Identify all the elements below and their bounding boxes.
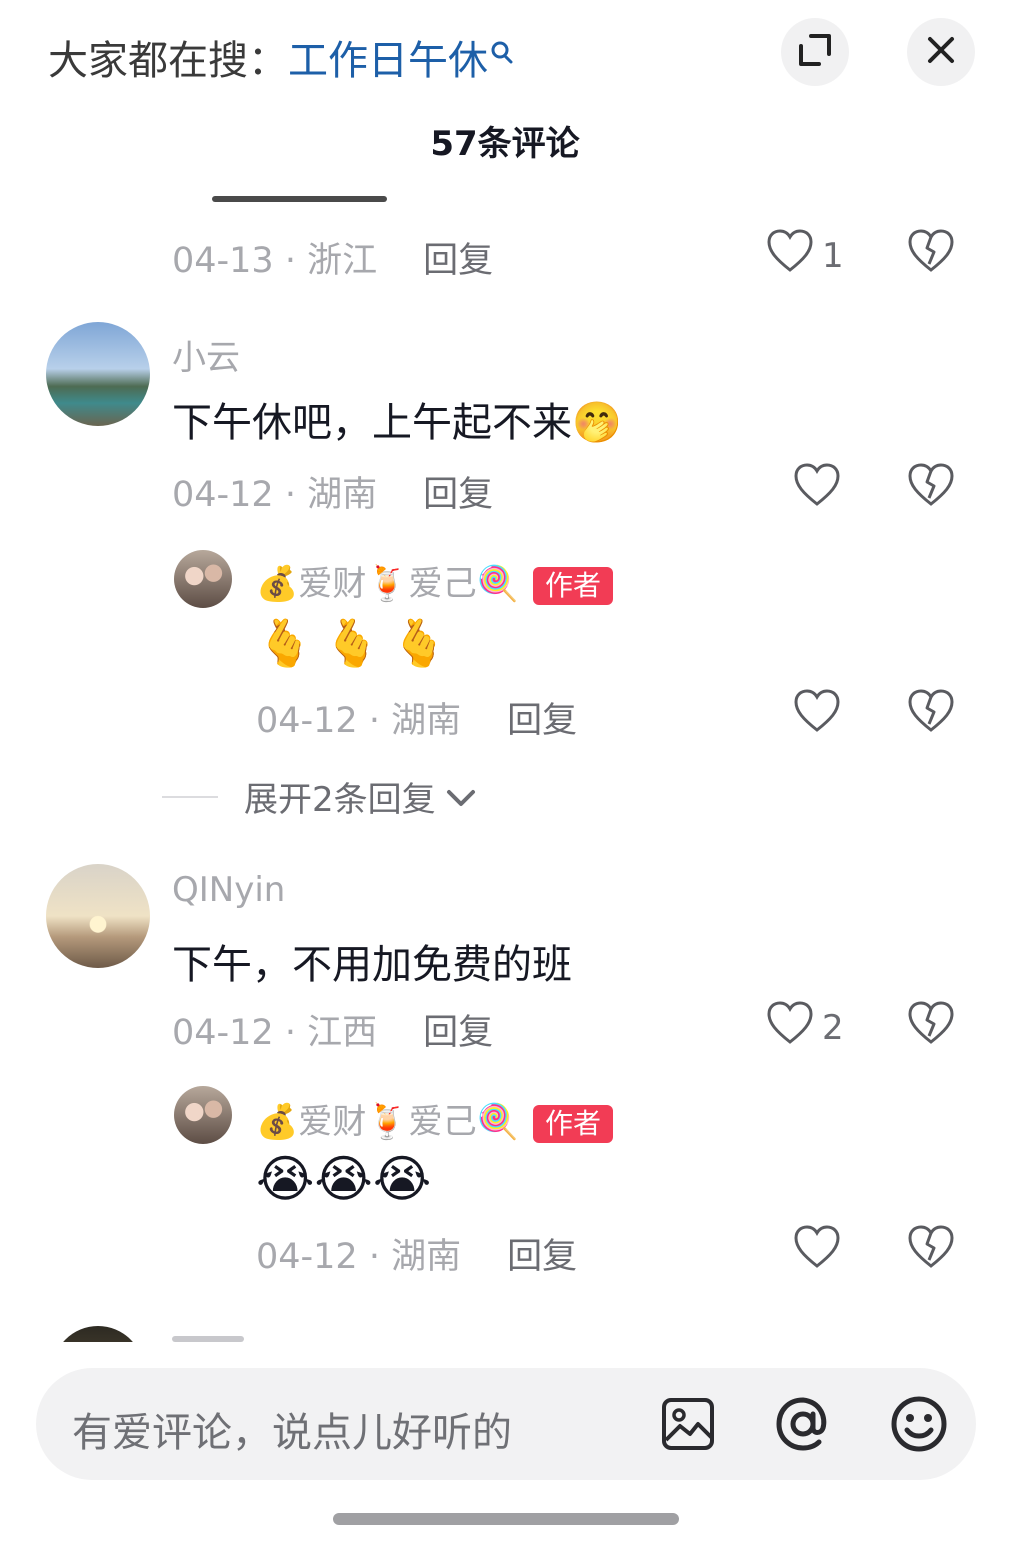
truncated-comment-text (212, 196, 387, 202)
avatar[interactable] (46, 322, 150, 426)
home-indicator[interactable] (333, 1513, 679, 1525)
avatar[interactable] (46, 864, 150, 968)
reply-date-location: 04-12 · 湖南 (256, 1237, 462, 1277)
reply-author: 💰爱财🍹爱己🍭 作者 (256, 1094, 614, 1143)
like-button[interactable] (793, 462, 841, 517)
reply-author-name[interactable]: 💰爱财🍹爱己🍭 (256, 1102, 519, 1142)
reply-button[interactable]: 回复 (423, 1013, 493, 1053)
reply-button[interactable]: 回复 (423, 475, 493, 515)
divider-line (162, 795, 218, 798)
comment-input[interactable]: 有爱评论，说点儿好听的 (72, 1400, 512, 1458)
search-suggestion[interactable]: 大家都在搜：工作日午休 (48, 28, 514, 86)
comment-text: 下午休吧，上午起不来🤭 (172, 400, 622, 446)
reply-author-name[interactable]: 💰爱财🍹爱己🍭 (256, 564, 519, 604)
reply-button[interactable]: 回复 (507, 701, 577, 741)
dislike-button[interactable] (907, 1224, 955, 1274)
reply-button[interactable]: 回复 (423, 241, 493, 281)
expand-replies-label: 展开2条回复 (244, 780, 436, 820)
chevron-down-icon (446, 777, 476, 817)
reply-meta: 04-12 · 湖南 回复 (256, 1228, 577, 1279)
commenter-name[interactable]: QINyin (172, 870, 285, 910)
reply-button[interactable]: 回复 (507, 1237, 577, 1277)
like-button[interactable] (793, 688, 841, 743)
heart-outline-icon (793, 462, 841, 517)
dislike-button[interactable] (907, 1000, 955, 1050)
smiley-icon (889, 1396, 949, 1458)
reply-text: 🫰🫰🫰 (256, 616, 458, 670)
broken-heart-icon (907, 1225, 955, 1274)
mention-button[interactable] (773, 1394, 833, 1458)
image-icon (660, 1398, 716, 1456)
close-button[interactable] (907, 18, 975, 86)
broken-heart-icon (907, 463, 955, 512)
avatar[interactable] (52, 1326, 144, 1342)
comment-list[interactable]: 04-13 · 浙江 回复 1 小云 下午休吧，上午起不来🤭 04-12 · 湖南… (0, 170, 1010, 1342)
comment-date-location: 04-12 · 湖南 (172, 475, 378, 515)
search-term-link[interactable]: 工作日午休 (288, 38, 488, 84)
broken-heart-icon (907, 689, 955, 738)
comment-meta: 04-13 · 浙江 回复 (172, 232, 493, 283)
broken-heart-icon (907, 1001, 955, 1050)
reply-author: 💰爱财🍹爱己🍭 作者 (256, 556, 614, 605)
avatar[interactable] (174, 1086, 232, 1144)
reply-text: 😭😭😭 (256, 1150, 432, 1208)
like-count: 2 (822, 1007, 844, 1048)
search-prefix-label: 大家都在搜： (48, 38, 288, 84)
heart-outline-icon (766, 1000, 814, 1055)
like-button[interactable] (793, 1224, 841, 1279)
close-icon (926, 35, 956, 69)
like-button[interactable]: 2 (766, 1000, 844, 1055)
avatar[interactable] (174, 550, 232, 608)
comment-date-location: 04-12 · 江西 (172, 1013, 378, 1053)
like-count: 1 (822, 235, 844, 276)
commenter-name[interactable]: 小云 (172, 330, 240, 379)
reply-date-location: 04-12 · 湖南 (256, 701, 462, 741)
comment-meta: 04-12 · 湖南 回复 (172, 466, 493, 517)
at-icon (773, 1397, 833, 1458)
fullscreen-icon (797, 32, 833, 72)
image-button[interactable] (660, 1396, 716, 1456)
author-badge: 作者 (533, 566, 614, 605)
expand-button[interactable] (781, 18, 849, 86)
comment-text: 下午，不用加免费的班 (172, 942, 572, 988)
heart-outline-icon (793, 1224, 841, 1279)
expand-replies-button[interactable]: 展开2条回复 (162, 772, 476, 821)
dislike-button[interactable] (907, 688, 955, 738)
dislike-button[interactable] (907, 228, 955, 278)
heart-outline-icon (793, 688, 841, 743)
like-button[interactable]: 1 (766, 228, 844, 283)
truncated-commenter-name (172, 1336, 244, 1342)
heart-outline-icon (766, 228, 814, 283)
broken-heart-icon (907, 229, 955, 278)
emoji-button[interactable] (889, 1394, 949, 1458)
dislike-button[interactable] (907, 462, 955, 512)
search-icon (490, 30, 514, 76)
reply-meta: 04-12 · 湖南 回复 (256, 692, 577, 743)
comment-count-title: 57条评论 (430, 124, 580, 164)
comment-meta: 04-12 · 江西 回复 (172, 1004, 493, 1055)
comment-date-location: 04-13 · 浙江 (172, 241, 378, 281)
author-badge: 作者 (533, 1104, 614, 1143)
